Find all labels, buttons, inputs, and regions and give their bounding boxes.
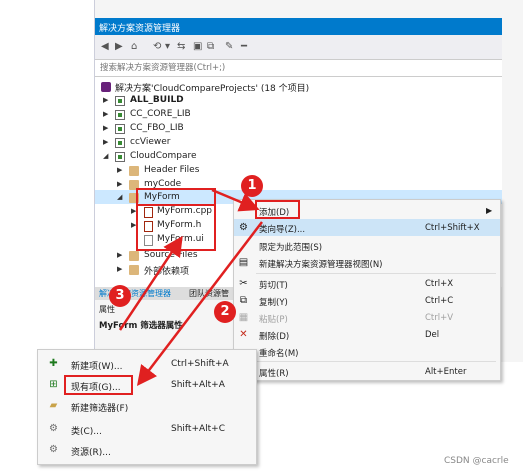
annotation-arrows [118, 188, 263, 386]
step-badge-3: 3 [109, 285, 131, 307]
step-badge-2: 2 [214, 301, 236, 323]
watermark: CSDN @cacrle [444, 456, 509, 466]
arrow-to-existing-item [136, 221, 263, 386]
step-badge-1: 1 [241, 175, 263, 197]
arrow-to-files [118, 235, 183, 331]
